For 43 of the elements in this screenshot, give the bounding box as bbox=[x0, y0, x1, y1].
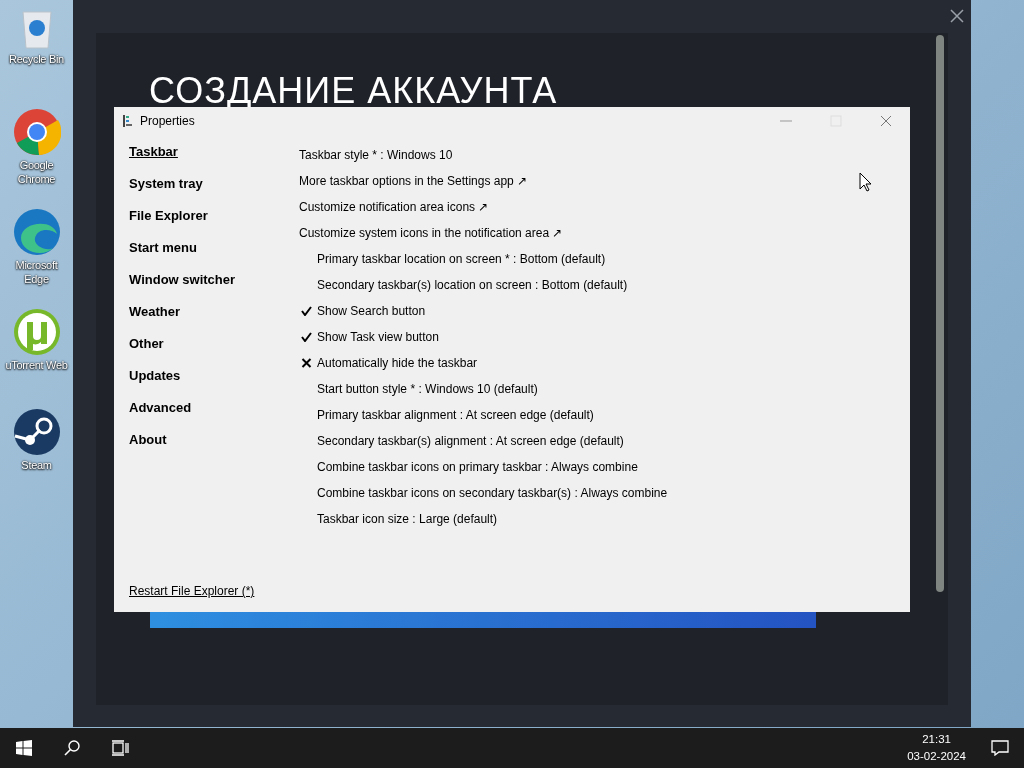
settings-link[interactable]: Customize system icons in the notification area ↗ bbox=[299, 226, 563, 240]
torrent-icon bbox=[12, 308, 61, 356]
game-launcher-icon bbox=[12, 408, 61, 456]
setting-option[interactable]: Secondary taskbar(s) alignment : At screen edge (default) bbox=[317, 434, 624, 448]
scrollbar-thumb[interactable] bbox=[936, 35, 944, 592]
toggle-option[interactable]: Automatically hide the taskbar bbox=[317, 356, 478, 370]
notifications-icon[interactable] bbox=[991, 740, 1009, 756]
sidebar-item[interactable]: Other bbox=[129, 334, 164, 366]
sidebar-item[interactable]: Window switcher bbox=[129, 270, 236, 302]
sidebar-item[interactable]: File Explorer bbox=[129, 206, 208, 238]
setting-text[interactable]: Taskbar style * : Windows 10 bbox=[299, 148, 453, 162]
sidebar-item[interactable]: Taskbar bbox=[129, 142, 178, 174]
sidebar-item[interactable]: Start menu bbox=[129, 238, 197, 270]
search-icon[interactable] bbox=[64, 740, 80, 756]
mouse-cursor-icon bbox=[859, 172, 872, 192]
page-heading: СОЗДАНИЕ АККАУНТА bbox=[149, 70, 558, 112]
restart-link[interactable]: Restart File Explorer (*) bbox=[129, 584, 255, 598]
clock-time[interactable]: 21:31 bbox=[922, 731, 951, 748]
clock-date[interactable]: 03-02-2024 bbox=[907, 748, 966, 765]
setting-option[interactable]: Start button style * : Windows 10 (default) bbox=[317, 382, 538, 396]
window-title: Properties bbox=[140, 114, 196, 128]
settings-link[interactable]: Customize notification area icons ↗ bbox=[299, 200, 489, 214]
toggle-option[interactable]: Show Search button bbox=[317, 304, 426, 318]
browser-icon bbox=[12, 108, 61, 156]
task-view-icon[interactable] bbox=[111, 740, 129, 756]
browser-wave-icon bbox=[12, 208, 61, 256]
sidebar-item[interactable]: Updates bbox=[129, 366, 181, 398]
app-icon bbox=[122, 114, 134, 128]
toggle-option[interactable]: Show Task view button bbox=[317, 330, 439, 344]
settings-link[interactable]: More taskbar options in the Settings app ↗ bbox=[299, 174, 528, 188]
windows-start-icon[interactable] bbox=[16, 740, 32, 756]
setting-option[interactable]: Secondary taskbar(s) location on screen : Bottom (default) bbox=[317, 278, 628, 292]
setting-option[interactable]: Primary taskbar location on screen * : Bottom (default) bbox=[317, 252, 606, 266]
sidebar-item[interactable]: Advanced bbox=[129, 398, 192, 430]
sidebar-item[interactable]: Weather bbox=[129, 302, 181, 334]
close-icon[interactable] bbox=[880, 115, 892, 127]
close-icon[interactable] bbox=[950, 9, 964, 23]
setting-option[interactable]: Taskbar icon size : Large (default) bbox=[317, 512, 498, 526]
setting-option[interactable]: Combine taskbar icons on primary taskbar : Always combine bbox=[317, 460, 638, 474]
sidebar-item[interactable]: System tray bbox=[129, 174, 203, 206]
setting-option[interactable]: Combine taskbar icons on secondary taskbar(s) : Always combine bbox=[317, 486, 668, 500]
setting-option[interactable]: Primary taskbar alignment : At screen edge (default) bbox=[317, 408, 594, 422]
sidebar-item[interactable]: About bbox=[129, 430, 167, 462]
